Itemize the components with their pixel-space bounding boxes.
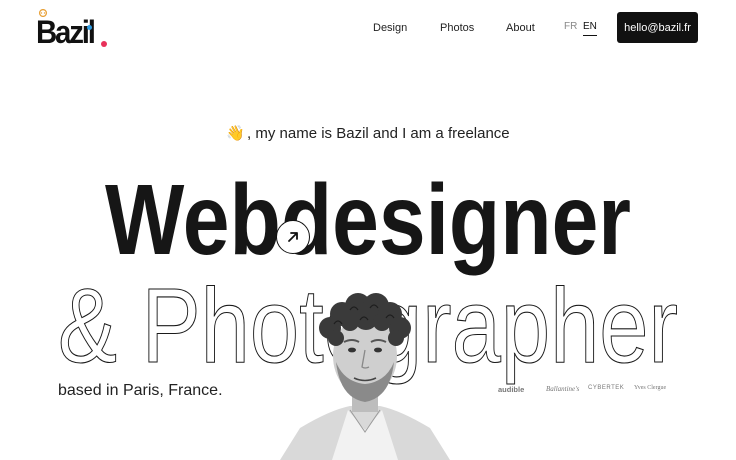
client-logo-ballantines: Ballantine's	[546, 385, 580, 393]
headline-webdesigner: Webdesigner	[105, 164, 631, 276]
arrow-up-right-icon	[288, 232, 298, 242]
client-logo-audible: audible	[498, 385, 525, 394]
client-logos: audible Ballantine's CYBERTEK Yves Clerg…	[490, 385, 670, 399]
client-logo-cybertek: CYBERTEK	[588, 385, 625, 391]
arrow-up-right-button[interactable]	[276, 220, 310, 254]
portrait-photo	[280, 293, 450, 460]
location-text: based in Paris, France.	[58, 382, 223, 399]
client-logo-yves-clergue: Yves Clergue	[634, 385, 667, 391]
